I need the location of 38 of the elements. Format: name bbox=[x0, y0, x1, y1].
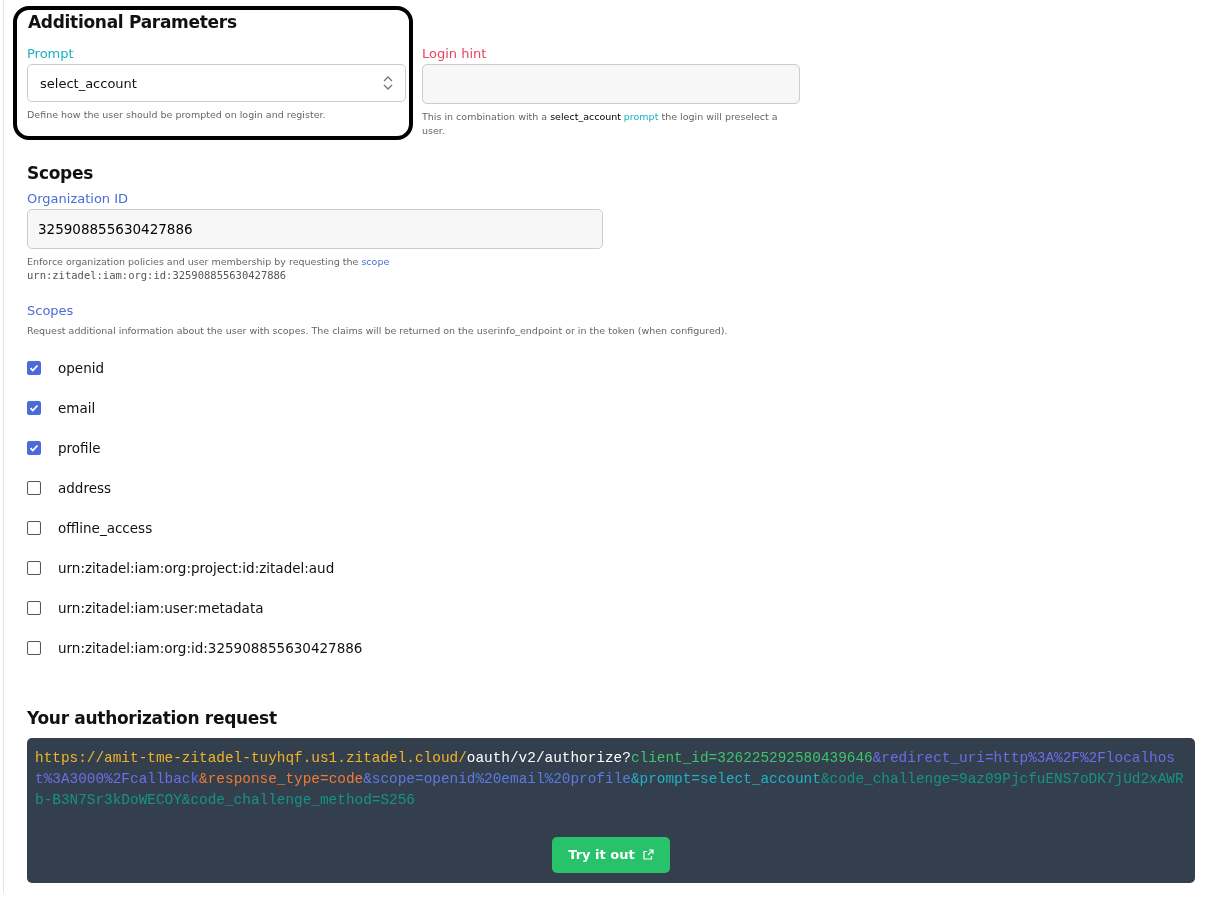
help-text: Request additional information about the user with scopes. The claims will be returned on the userinfo_endpoint or in the token (when configured). bbox=[27, 323, 729, 338]
prompt-select[interactable]: select_account bbox=[27, 64, 406, 102]
section-title: Your authorization request bbox=[27, 708, 278, 728]
field-label: Scopes bbox=[27, 302, 75, 318]
scope-label: profile bbox=[58, 440, 101, 456]
scope-label: email bbox=[58, 400, 96, 416]
external-link-icon bbox=[642, 849, 654, 861]
authorization-url: https://amit-tme-zitadel-tuyhqf.us1.zitadel.cloud/oauth/v2/authorize?client_id=326225292580439646&redirect_uri=http%3A%2F%2Flocalhost%3A3000%2Fcallback&response_type=code&scope=openid%20email%20profile&prompt=select_account&code_challenge=9az09PjcfuENS7oDK7jUd2xAWRb-B3N7Sr3kDoWECOY&code_challenge_method=S256 bbox=[35, 749, 1185, 810]
scope-link[interactable]: scope bbox=[361, 255, 390, 267]
help-text: Enforce organization policies and user membership by requesting the scope bbox=[27, 254, 391, 269]
organization-id-input[interactable]: 325908855630427886 bbox=[27, 208, 603, 249]
section-title: Scopes bbox=[27, 162, 95, 183]
chevron-updown-icon bbox=[383, 75, 393, 91]
checkmark-icon bbox=[28, 442, 40, 454]
checkmark-icon bbox=[28, 402, 40, 414]
login-hint-input[interactable] bbox=[422, 64, 800, 104]
field-label: Prompt bbox=[27, 46, 75, 61]
scope-label: urn:zitadel:iam:user:metadata bbox=[58, 600, 264, 616]
checkbox[interactable] bbox=[27, 521, 41, 535]
help-text: This in combination with a select_account prompt the login will preselect a user. bbox=[422, 110, 779, 139]
field-label: Login hint bbox=[422, 46, 488, 61]
checkbox[interactable] bbox=[27, 481, 41, 495]
checkmark-icon bbox=[28, 362, 40, 374]
scope-label: openid bbox=[58, 360, 104, 376]
checkbox[interactable] bbox=[27, 601, 41, 615]
scope-label: urn:zitadel:iam:org:id:325908855630427886 bbox=[58, 640, 363, 656]
checkbox[interactable] bbox=[27, 641, 41, 655]
help-text: Define how the user should be prompted on login and register. bbox=[27, 108, 327, 122]
scope-label: offline_access bbox=[58, 520, 153, 536]
scope-label: urn:zitadel:iam:org:project:id:zitadel:aud bbox=[58, 560, 335, 576]
scope-code: urn:zitadel:iam:org:id:325908855630427886 bbox=[27, 268, 288, 281]
section-title: Additional Parameters bbox=[28, 12, 237, 32]
checkbox[interactable] bbox=[27, 361, 41, 375]
field-label: Organization ID bbox=[27, 190, 130, 206]
scope-label: address bbox=[58, 480, 112, 496]
checkbox[interactable] bbox=[27, 561, 41, 575]
checkbox[interactable] bbox=[27, 401, 41, 415]
checkbox[interactable] bbox=[27, 441, 41, 455]
